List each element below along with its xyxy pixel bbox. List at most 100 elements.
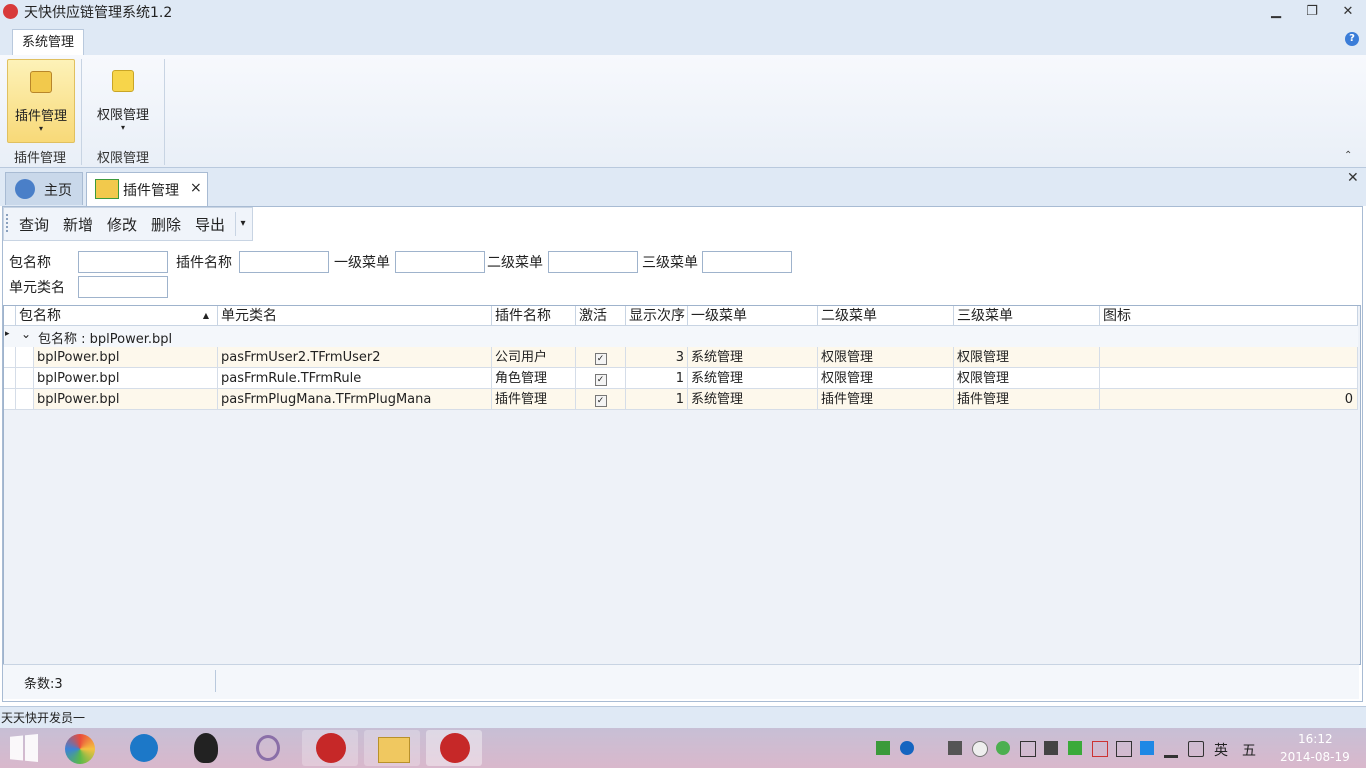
toolbar-overflow-icon[interactable]: ▾ (235, 212, 250, 236)
cloud-icon[interactable] (972, 741, 988, 757)
column-header-menu1[interactable]: 一级菜单 (688, 306, 818, 326)
nvidia-icon[interactable] (1068, 741, 1082, 755)
network-signal-icon[interactable] (876, 741, 890, 755)
minimize-button[interactable]: ▁ (1262, 2, 1290, 22)
cell-package[interactable]: bplPower.bpl (34, 347, 218, 368)
filter-menu1-input[interactable] (395, 251, 485, 273)
group-expand-icon[interactable]: ⌄ (21, 327, 31, 341)
device-icon[interactable] (1116, 741, 1132, 757)
restore-button[interactable]: ❐ (1298, 2, 1326, 22)
cell-order[interactable]: 1 (626, 368, 688, 389)
column-header-plugin[interactable]: 插件名称 (492, 306, 576, 326)
cell-menu1[interactable]: 系统管理 (688, 368, 818, 389)
tab-plugin-management[interactable]: 插件管理 × (86, 172, 208, 207)
cell-active[interactable]: ✓ (576, 347, 626, 368)
tray-blue-icon[interactable] (1140, 741, 1154, 755)
cell-menu2[interactable]: 权限管理 (818, 347, 954, 368)
cell-plugin[interactable]: 角色管理 (492, 368, 576, 389)
row-indicator[interactable] (4, 368, 16, 389)
filter-unit-label: 单元类名 (9, 280, 65, 296)
ribbon-tab-system[interactable]: 系统管理 (12, 29, 84, 56)
column-header-unit[interactable]: 单元类名 (218, 306, 492, 326)
cell-plugin[interactable]: 插件管理 (492, 389, 576, 410)
query-button[interactable]: 查询 (19, 214, 49, 235)
ime-language-indicator[interactable]: 英 (1214, 740, 1228, 760)
scissors-icon[interactable] (240, 730, 296, 766)
tab-home[interactable]: 主页 (5, 172, 83, 205)
edit-note-icon (30, 71, 52, 93)
taskbar-app-icon[interactable] (52, 730, 108, 766)
active-checkbox[interactable]: ✓ (594, 353, 607, 365)
cell-menu3[interactable]: 插件管理 (954, 389, 1100, 410)
column-header-order[interactable]: 显示次序 (626, 306, 688, 326)
cell-active[interactable]: ✓ (576, 389, 626, 410)
cell-menu3[interactable]: 权限管理 (954, 347, 1100, 368)
group-row[interactable]: ▸ ⌄ 包名称 : bplPower.bpl (4, 326, 1358, 348)
cell-unit[interactable]: pasFrmRule.TFrmRule (218, 368, 492, 389)
tab-close-icon[interactable]: × (190, 180, 202, 196)
windows-start-icon[interactable] (10, 734, 38, 762)
cell-menu2[interactable]: 权限管理 (818, 368, 954, 389)
cell-menu1[interactable]: 系统管理 (688, 347, 818, 368)
ribbon-tab-strip (0, 24, 1366, 56)
security-icon[interactable] (1092, 741, 1108, 757)
column-header-menu3[interactable]: 三级菜单 (954, 306, 1100, 326)
bluetooth-icon[interactable] (900, 741, 914, 755)
permission-management-button[interactable]: 权限管理 ▾ (90, 59, 156, 141)
cell-menu2[interactable]: 插件管理 (818, 389, 954, 410)
supply-chain-app-icon[interactable] (426, 730, 482, 766)
file-explorer-icon[interactable] (364, 730, 420, 766)
volume-muted-icon[interactable] (1188, 741, 1204, 757)
active-checkbox[interactable]: ✓ (594, 395, 607, 407)
column-header-package[interactable]: 包名称 ▲ (16, 306, 218, 326)
delphi-app-icon[interactable] (302, 730, 358, 766)
cell-icon[interactable] (1100, 368, 1358, 389)
filter-plugin-input[interactable] (239, 251, 329, 273)
add-button[interactable]: 新增 (63, 214, 93, 235)
cell-order[interactable]: 1 (626, 389, 688, 410)
info-icon (15, 179, 35, 199)
edit-button[interactable]: 修改 (107, 214, 137, 235)
copy-icon[interactable] (1020, 741, 1036, 757)
wifi-signal-icon[interactable] (1164, 741, 1178, 758)
cell-plugin[interactable]: 公司用户 (492, 347, 576, 368)
cell-unit[interactable]: pasFrmPlugMana.TFrmPlugMana (218, 389, 492, 410)
filter-menu3-input[interactable] (702, 251, 792, 273)
cell-package[interactable]: bplPower.bpl (34, 368, 218, 389)
qq-icon[interactable] (178, 730, 234, 766)
column-header-active[interactable]: 激活 (576, 306, 626, 326)
active-checkbox[interactable]: ✓ (594, 374, 607, 386)
group-divider (164, 59, 165, 165)
column-header-icon[interactable]: 图标 (1100, 306, 1358, 326)
sync-icon[interactable] (996, 741, 1010, 755)
collapse-ribbon-icon[interactable]: ⌃ (1344, 150, 1352, 161)
cell-order[interactable]: 3 (626, 347, 688, 368)
clock-date[interactable]: 2014-08-19 (1280, 750, 1350, 764)
column-header-menu2[interactable]: 二级菜单 (818, 306, 954, 326)
monitor-icon[interactable] (948, 741, 962, 755)
close-all-tabs-icon[interactable]: ✕ (1347, 170, 1359, 186)
tray-app-icon[interactable] (1044, 741, 1058, 755)
close-button[interactable]: ✕ (1334, 2, 1362, 22)
cell-package[interactable]: bplPower.bpl (34, 389, 218, 410)
help-icon[interactable]: ? (1345, 32, 1359, 46)
export-button[interactable]: 导出 (195, 214, 225, 235)
cell-active[interactable]: ✓ (576, 368, 626, 389)
filter-package-label: 包名称 (9, 255, 51, 271)
row-indicator[interactable] (4, 389, 16, 410)
filter-unit-input[interactable] (78, 276, 168, 298)
group-label-plugin: 插件管理 (14, 151, 67, 166)
filter-menu2-input[interactable] (548, 251, 638, 273)
clock-time[interactable]: 16:12 (1298, 732, 1333, 746)
cell-icon[interactable] (1100, 347, 1358, 368)
delete-button[interactable]: 删除 (151, 214, 181, 235)
wifi-app-icon[interactable] (116, 730, 172, 766)
cell-icon[interactable]: 0 (1100, 389, 1358, 410)
plugin-management-button[interactable]: 插件管理 ▾ (7, 59, 75, 143)
row-indicator[interactable] (4, 347, 16, 368)
ime-mode-indicator[interactable]: 五 (1242, 740, 1256, 760)
cell-menu1[interactable]: 系统管理 (688, 389, 818, 410)
cell-menu3[interactable]: 权限管理 (954, 368, 1100, 389)
cell-unit[interactable]: pasFrmUser2.TFrmUser2 (218, 347, 492, 368)
filter-package-input[interactable] (78, 251, 168, 273)
